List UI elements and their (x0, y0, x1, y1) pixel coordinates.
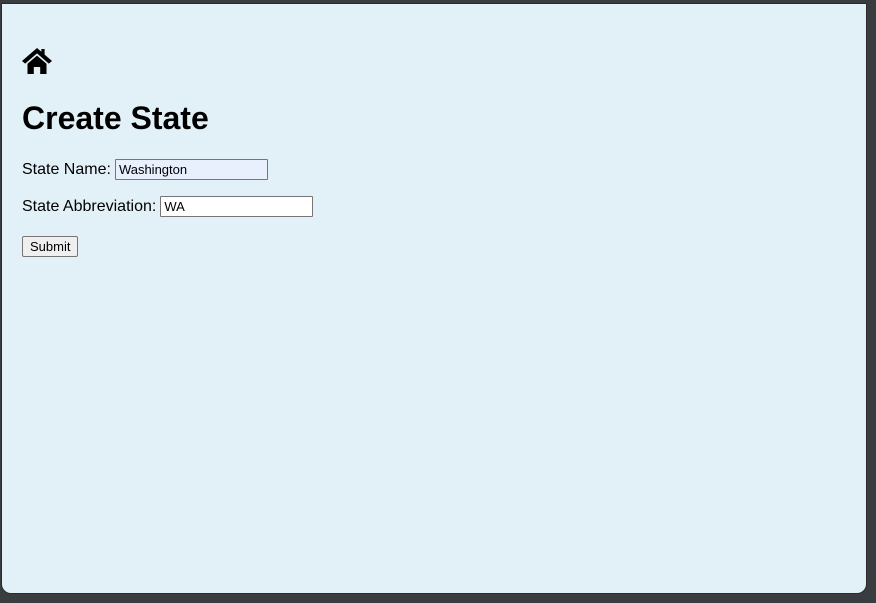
state-abbreviation-label: State Abbreviation: (22, 197, 157, 215)
state-name-row: State Name: (22, 159, 268, 180)
submit-button[interactable]: Submit (22, 236, 79, 257)
home-link[interactable] (21, 46, 53, 76)
state-name-label: State Name: (22, 160, 111, 178)
page-title: Create State (22, 100, 209, 136)
state-abbreviation-row: State Abbreviation: (22, 196, 314, 217)
state-abbreviation-input[interactable] (160, 196, 314, 217)
browser-window: Create State State Name: State Abbreviat… (1, 3, 867, 594)
state-name-input[interactable] (114, 159, 268, 180)
home-icon (22, 48, 52, 74)
